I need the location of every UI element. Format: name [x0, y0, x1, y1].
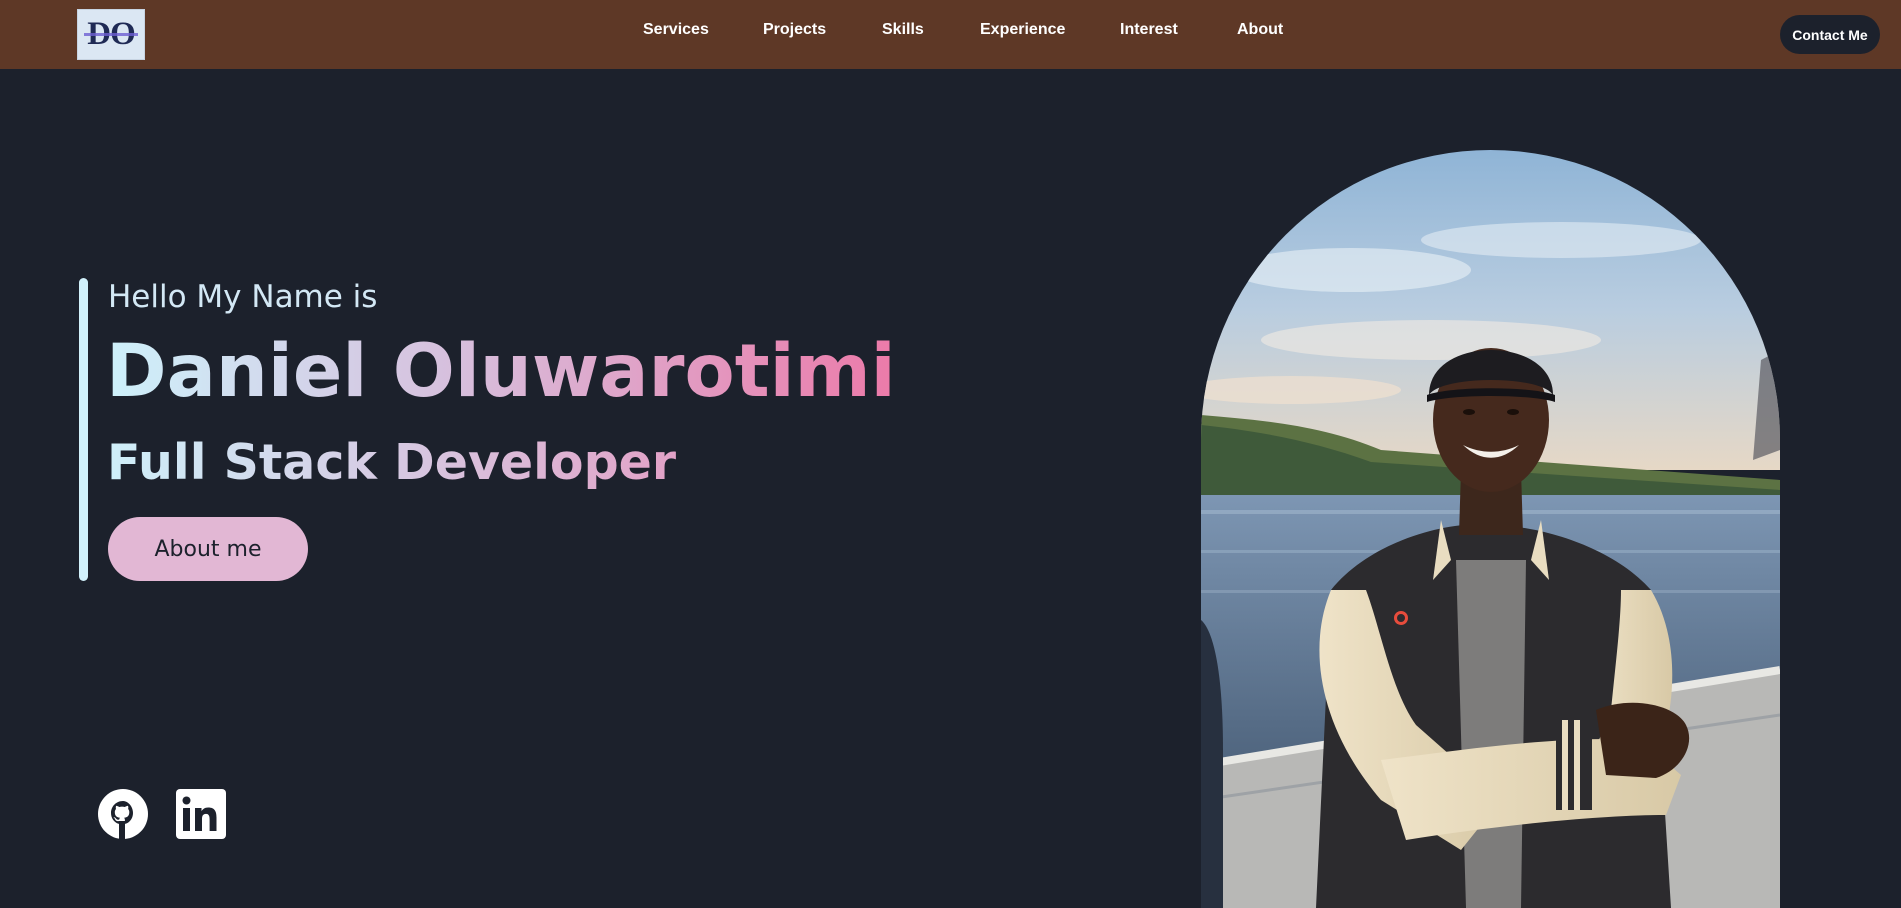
about-me-button[interactable]: About me — [108, 517, 308, 581]
nav-link-interest[interactable]: Interest — [1120, 21, 1178, 39]
hero-greeting: Hello My Name is — [108, 279, 378, 315]
nav-links: Services Projects Skills Experience Inte… — [0, 0, 1901, 62]
hero-role: Full Stack Developer — [107, 434, 677, 491]
nav-link-projects[interactable]: Projects — [763, 21, 826, 39]
nav-link-skills[interactable]: Skills — [882, 21, 924, 39]
nav-link-about[interactable]: About — [1237, 21, 1283, 39]
hero-name: Daniel Oluwarotimi — [106, 329, 896, 414]
portrait-photo — [1201, 150, 1780, 908]
github-icon[interactable] — [97, 788, 149, 840]
contact-me-button[interactable]: Contact Me — [1780, 15, 1880, 54]
linkedin-icon[interactable] — [175, 788, 227, 840]
nav-link-experience[interactable]: Experience — [980, 21, 1065, 39]
nav-link-services[interactable]: Services — [643, 21, 709, 39]
navbar: DO Services Projects Skills Experience I… — [0, 0, 1901, 69]
hero-accent-bar — [79, 278, 88, 581]
